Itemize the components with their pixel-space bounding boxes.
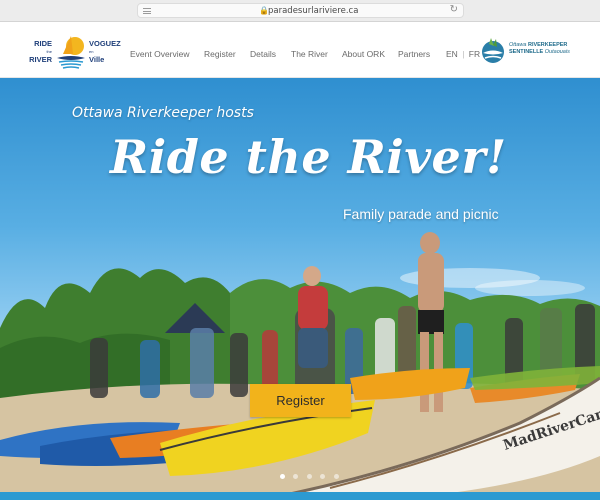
register-button[interactable]: Register	[250, 384, 351, 417]
nav-about-ork[interactable]: About ORK	[342, 49, 385, 59]
slide-indicators	[280, 466, 343, 479]
reload-icon[interactable]: ↻	[450, 4, 458, 15]
slide-dot[interactable]	[280, 474, 285, 479]
reader-menu-icon[interactable]	[143, 8, 151, 14]
hero-banner: MadRiverCanoe Ottawa Riverkeeper hosts R…	[0, 78, 600, 500]
nav-register[interactable]: Register	[204, 49, 236, 59]
ottawa-riverkeeper-logo[interactable]: Ottawa RIVERKEEPER SENTINELLE Outaouais	[479, 34, 579, 68]
hero-title: Ride the River!	[110, 130, 507, 184]
riverkeeper-wordmark: Ottawa RIVERKEEPER SENTINELLE Outaouais	[509, 42, 570, 55]
lang-separator: |	[462, 49, 465, 59]
lang-en-link[interactable]: EN	[446, 49, 458, 59]
url-text[interactable]: paradesurlariviere.ca	[268, 6, 358, 16]
nav-event-overview[interactable]: Event Overview	[130, 49, 190, 59]
sun-sail-icon	[57, 36, 85, 69]
hero-subtitle: Ottawa Riverkeeper hosts	[72, 105, 254, 121]
riverkeeper-emblem-icon	[482, 38, 504, 63]
logo-text-left: RIDE the RIVER	[29, 39, 52, 64]
browser-toolbar: 🔒 paradesurlariviere.ca ↻	[0, 0, 600, 22]
slide-dot[interactable]	[333, 474, 339, 479]
slide-dot[interactable]	[306, 474, 312, 479]
footer-accent-strip	[0, 492, 600, 500]
logo-text-right: VOGUEZ en Ville	[89, 39, 121, 64]
address-bar[interactable]: 🔒 paradesurlariviere.ca ↻	[137, 3, 464, 18]
site-header: RIDE the RIVER VOGUEZ en Ville Event Ove…	[0, 22, 600, 78]
nav-the-river[interactable]: The River	[291, 49, 328, 59]
language-switcher: EN | FR	[446, 49, 480, 59]
nav-partners[interactable]: Partners	[398, 49, 430, 59]
nav-details[interactable]: Details	[250, 49, 276, 59]
ride-the-river-logo[interactable]: RIDE the RIVER VOGUEZ en Ville	[28, 32, 122, 72]
hero-tagline: Family parade and picnic	[343, 206, 499, 222]
